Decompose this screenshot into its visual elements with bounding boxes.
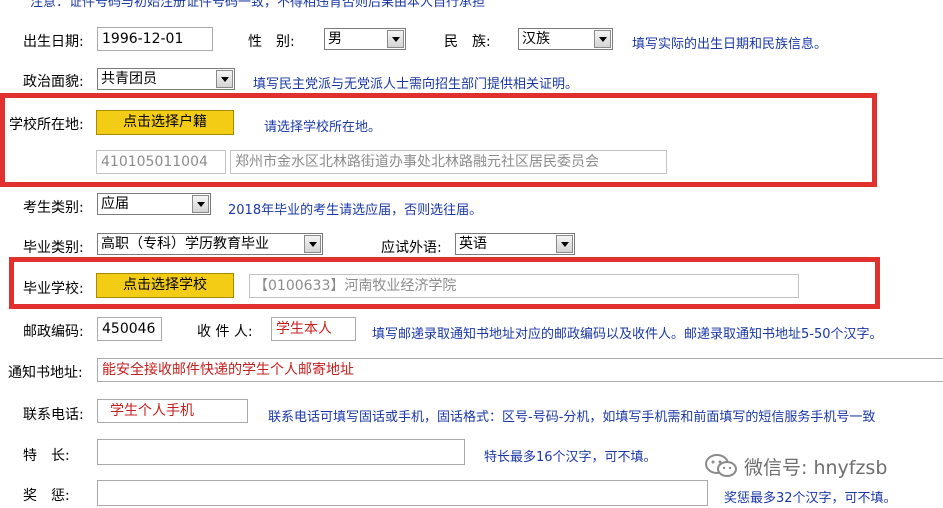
chevron-down-icon [192,195,209,213]
chevron-down-icon [594,30,611,48]
candidate-type-select[interactable]: 应届 [97,193,211,215]
postcode-input[interactable]: 450046 [97,317,162,341]
wechat-watermark: 微信号: hnyfzsb [704,452,887,480]
phone-hint: 联系电话可填写固话或手机，固话格式：区号-号码-分机，如填写手机需和前面填写的短… [268,410,876,425]
wechat-icon [705,454,737,477]
location-address-input[interactable]: 郑州市金水区北林路街道办事处北林路融元社区居民委员会 [230,150,667,174]
awards-input[interactable] [97,480,708,506]
select-household-button[interactable]: 点击选择户籍 [96,110,234,135]
candidate-type-label: 考生类别: [23,200,84,216]
recipient-input[interactable]: 学生本人 [271,317,356,341]
location-code-input[interactable]: 410105011004 [96,150,226,174]
awards-label: 奖 惩: [23,488,70,504]
ethnic-label: 民 族: [444,34,491,50]
mail-address-label: 通知书地址: [8,365,83,381]
specialty-input[interactable] [97,439,465,465]
chevron-down-icon [216,70,233,88]
foreign-lang-select[interactable]: 英语 [455,233,575,255]
top-notice-cut: 注意：证件号码与初始注册证件号码一致，不得相违背否则后果由本人自行承担 [30,0,486,10]
foreign-lang-label: 应试外语: [381,240,442,256]
birth-ethnic-hint: 填写实际的出生日期和民族信息。 [632,37,828,52]
recipient-label: 收 件 人: [197,324,253,340]
select-school-button[interactable]: 点击选择学校 [96,273,234,298]
political-select[interactable]: 共青团员 [97,68,235,90]
phone-label: 联系电话: [23,407,84,423]
birth-date-label: 出生日期: [23,34,84,50]
grad-type-label: 毕业类别: [23,240,84,256]
political-label: 政治面貌: [23,74,84,90]
phone-input[interactable]: 学生个人手机 [97,399,248,423]
candidate-type-hint: 2018年毕业的考生请选应届，否则选往届。 [228,203,483,218]
postcode-recipient-hint: 填写邮递录取通知书地址对应的邮政编码以及收件人。邮递录取通知书地址5-50个汉字… [372,327,883,342]
political-hint: 填写民主党派与无党派人士需向招生部门提供相关证明。 [253,77,579,92]
chevron-down-icon [304,235,321,253]
gender-value: 男 [328,31,342,47]
gender-select[interactable]: 男 [324,28,406,50]
specialty-label: 特 长: [23,448,70,464]
mail-address-input[interactable]: 能安全接收邮件快递的学生个人邮寄地址 [97,358,943,382]
gender-label: 性 别: [248,34,295,50]
grad-school-label: 毕业学校: [23,281,84,297]
ethnic-select[interactable]: 汉族 [518,28,613,50]
school-location-label: 学校所在地: [9,117,84,133]
chevron-down-icon [556,235,573,253]
candidate-type-value: 应届 [101,196,129,212]
foreign-lang-value: 英语 [459,236,487,252]
ethnic-value: 汉族 [522,31,550,47]
grad-school-input[interactable]: 【0100633】河南牧业经济学院 [249,274,799,298]
political-value: 共青团员 [101,71,157,87]
postcode-label: 邮政编码: [23,324,84,340]
grad-type-select[interactable]: 高职（专科）学历教育毕业 [97,233,323,255]
birth-date-input[interactable]: 1996-12-01 [97,27,213,51]
watermark-text: 微信号: hnyfzsb [744,456,888,479]
grad-type-value: 高职（专科）学历教育毕业 [101,236,269,252]
chevron-down-icon [387,30,404,48]
school-location-hint: 请选择学校所在地。 [264,120,382,135]
specialty-hint: 特长最多16个汉字，可不填。 [484,450,657,465]
awards-hint: 奖惩最多32个汉字，可不填。 [724,491,897,506]
